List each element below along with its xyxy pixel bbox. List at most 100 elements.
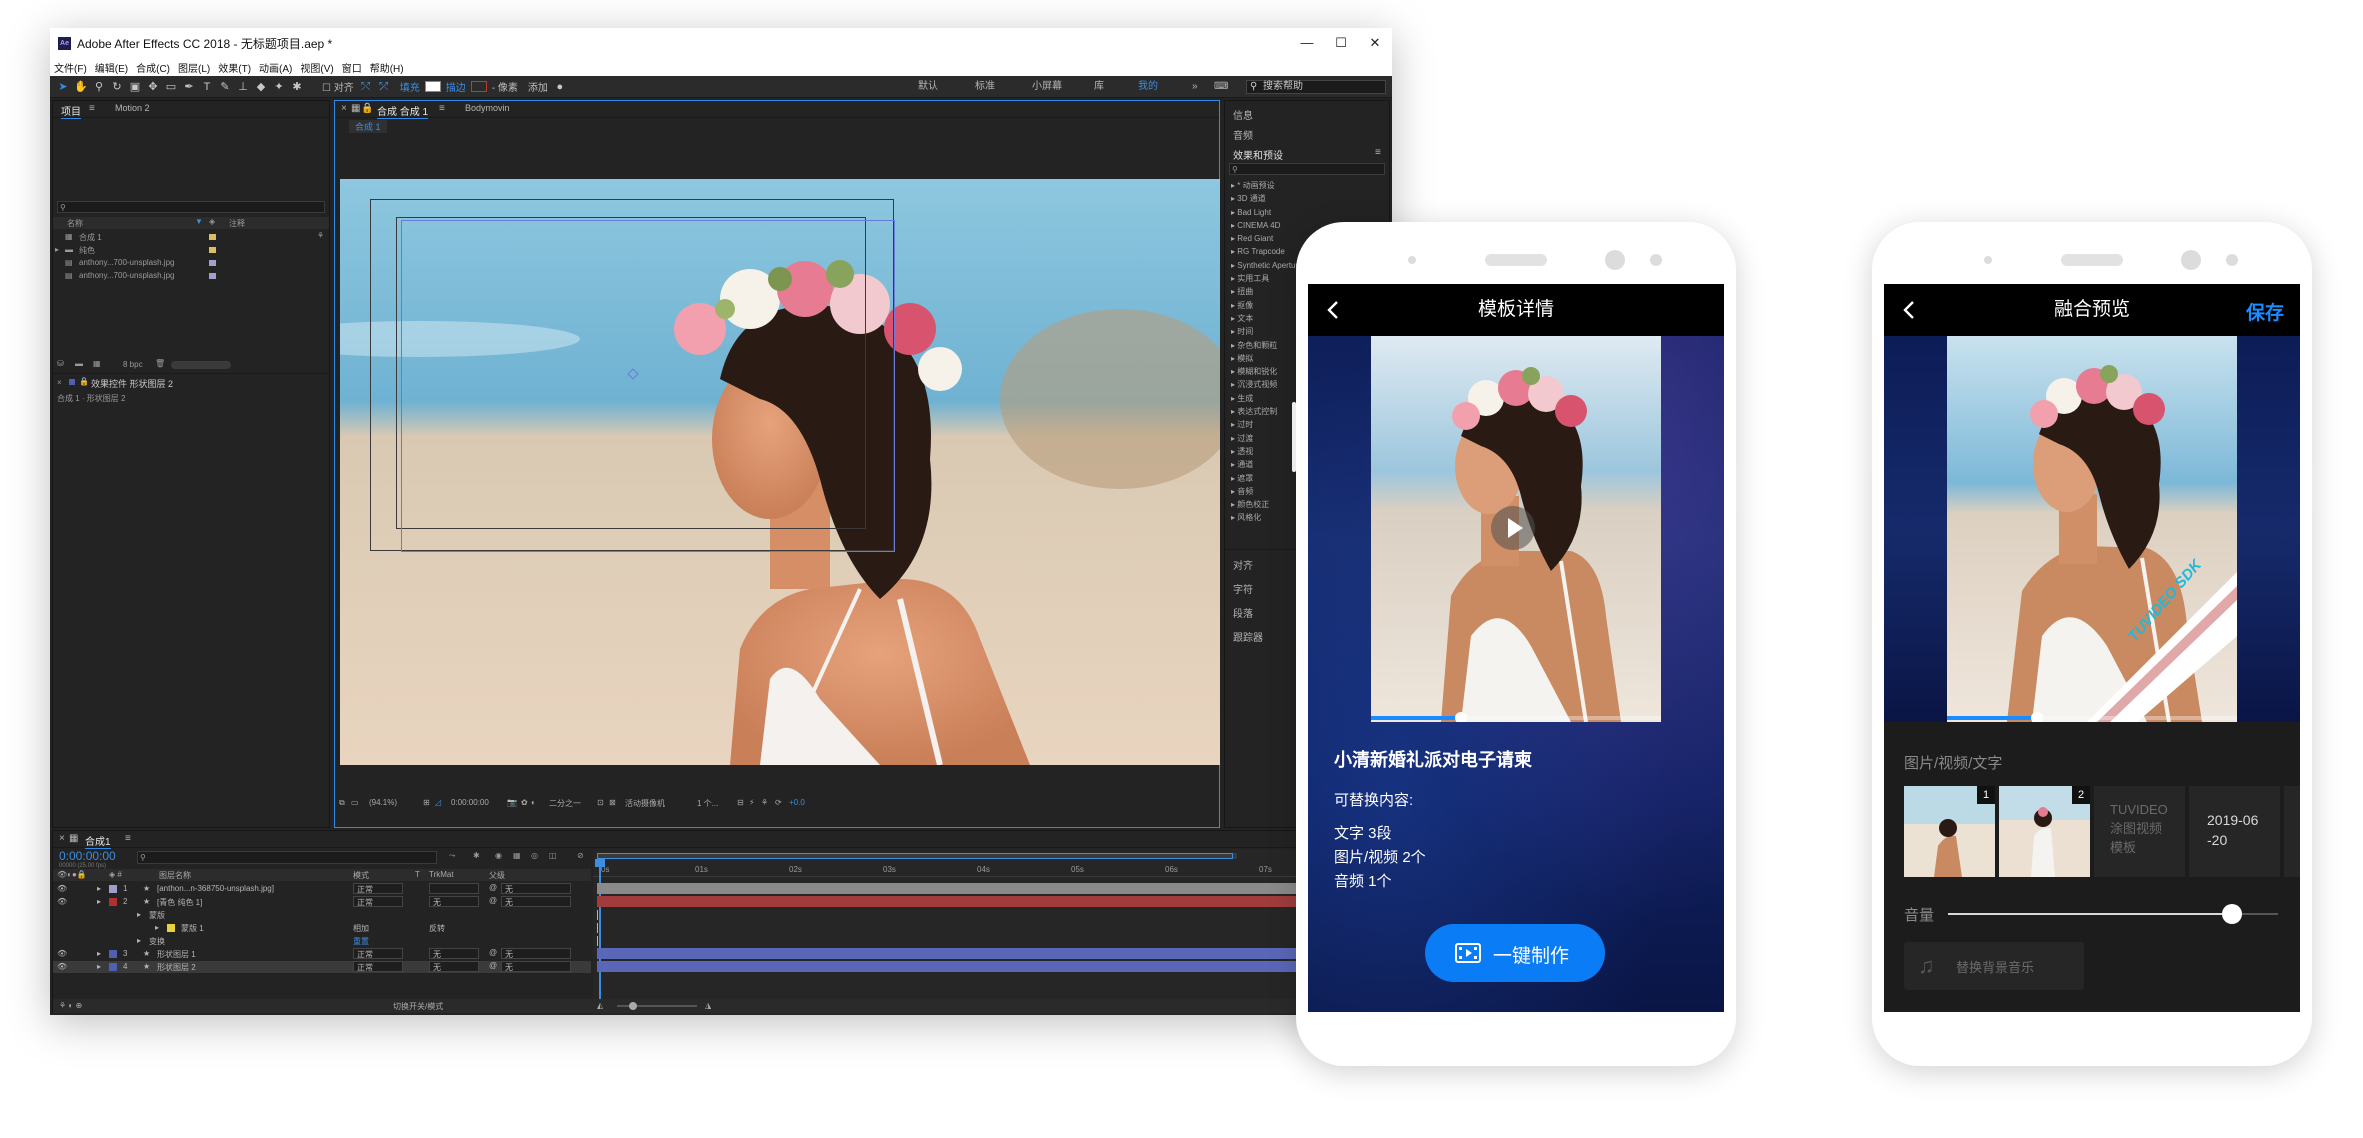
footer-icons[interactable]: ⚘ ◐ ⊕ xyxy=(59,1001,82,1010)
next-card-peek[interactable] xyxy=(2284,786,2300,877)
layer-name[interactable]: 形状图层 1 xyxy=(157,949,196,960)
lock-icon[interactable]: 🔒 xyxy=(79,377,89,386)
eraser-tool-icon[interactable]: ◆ xyxy=(254,80,268,94)
expand-arrow-icon[interactable]: ▸ xyxy=(137,936,141,945)
list-item[interactable]: ▤ anthony...700-unsplash.jpg xyxy=(53,257,329,269)
fast-previews-icon[interactable]: ⚡ xyxy=(749,798,755,807)
label-column-icon[interactable]: ◈ xyxy=(209,217,215,226)
column-t[interactable]: T xyxy=(415,870,420,879)
list-item[interactable]: ▸ Bad Light xyxy=(1231,206,1387,219)
interpret-footage-icon[interactable]: ⛁ xyxy=(57,359,64,368)
align-checkbox-label[interactable]: ☐ 对齐 xyxy=(322,79,354,94)
workspace-default[interactable]: 默认 xyxy=(918,76,938,98)
text-card-1[interactable]: TUVIDEO 涂图视频 模板 xyxy=(2094,786,2185,877)
selection-tool-icon[interactable]: ➤ xyxy=(56,80,70,94)
text-card-2[interactable]: 2019-06 -20 xyxy=(2189,786,2280,877)
expand-arrow-icon[interactable]: ▸ xyxy=(97,949,101,958)
panel-align[interactable]: 对齐 xyxy=(1233,557,1253,572)
minimize-icon[interactable]: — xyxy=(1290,28,1324,58)
hand-tool-icon[interactable]: ✋ xyxy=(74,80,88,94)
column-comment[interactable]: 注释 xyxy=(229,218,245,229)
graph-editor-icon[interactable]: ◫ xyxy=(549,851,557,860)
property-name[interactable]: 变换 xyxy=(149,936,165,947)
zoom-tool-icon[interactable]: ⚲ xyxy=(92,80,106,94)
menu-layer[interactable]: 图层(L) xyxy=(178,60,210,75)
panel-menu-icon[interactable]: ≡ xyxy=(439,103,445,114)
search-help-input[interactable]: ⚲ 搜索帮助 xyxy=(1246,80,1386,94)
tab-motion2[interactable]: Motion 2 xyxy=(115,103,150,113)
menu-edit[interactable]: 编辑(E) xyxy=(95,60,128,75)
views-dropdown[interactable]: 1 个... xyxy=(697,798,718,809)
trkmat-dropdown[interactable]: 无 xyxy=(429,896,479,907)
parent-dropdown[interactable]: 无 xyxy=(501,883,571,894)
expand-arrow-icon[interactable]: ▸ xyxy=(97,962,101,971)
snap-expand-icon[interactable]: ⤱ xyxy=(377,80,391,94)
motion-blur-icon[interactable]: ◎ xyxy=(531,851,538,860)
expand-arrow-icon[interactable]: ▸ xyxy=(97,897,101,906)
close-icon[interactable]: × xyxy=(341,103,347,114)
zoom-slider-thumb[interactable] xyxy=(629,1002,637,1010)
workspace-library[interactable]: 库 xyxy=(1094,76,1104,98)
exposure-value[interactable]: +0.0 xyxy=(789,798,805,807)
template-preview-video[interactable] xyxy=(1371,336,1661,722)
fusion-preview-video[interactable]: TUVIDEO SDK xyxy=(1947,336,2237,722)
label-swatch[interactable] xyxy=(109,885,117,893)
composition-mini-flowchart-icon[interactable]: ⤳ xyxy=(449,851,455,861)
stroke-width-label[interactable]: - 像素 xyxy=(492,79,518,94)
expand-arrow-icon[interactable]: ▸ xyxy=(55,245,59,254)
eye-icon[interactable]: 👁 xyxy=(57,962,67,971)
video-progress-thumb[interactable] xyxy=(1454,712,1467,722)
play-button[interactable] xyxy=(1491,506,1535,550)
list-item[interactable]: ▤ anthony...700-unsplash.jpg xyxy=(53,270,329,282)
layer-name[interactable]: [青色 纯色 1] xyxy=(157,897,202,908)
panel-paragraph[interactable]: 段落 xyxy=(1233,605,1253,620)
camera-tool-icon[interactable]: ▣ xyxy=(128,80,142,94)
layer-search-input[interactable]: ⚲ xyxy=(137,851,437,864)
mode-dropdown[interactable]: 正常 xyxy=(353,896,403,907)
rectangle-tool-icon[interactable]: ▭ xyxy=(164,80,178,94)
media-thumb-1[interactable]: 1 xyxy=(1904,786,1995,877)
puppet-tool-icon[interactable]: ✱ xyxy=(290,80,304,94)
eye-icon[interactable]: 👁 xyxy=(57,897,67,906)
list-item[interactable]: ▸ ▬ 纯色 xyxy=(53,244,329,256)
column-name[interactable]: 名称 xyxy=(67,218,83,229)
parent-dropdown[interactable]: 无 xyxy=(501,896,571,907)
stroke-color-swatch[interactable] xyxy=(470,81,487,92)
thumbnail-slider[interactable] xyxy=(171,361,231,369)
zoom-out-icon[interactable]: ◭ xyxy=(597,1001,603,1010)
project-search-input[interactable]: ⚲ xyxy=(57,201,325,213)
eye-icon[interactable]: 👁 xyxy=(57,884,67,893)
effects-search-input[interactable]: ⚲ xyxy=(1229,163,1385,175)
region-of-interest-icon[interactable]: ⊡ xyxy=(597,798,604,807)
mode-dropdown[interactable]: 正常 xyxy=(353,961,403,972)
trkmat-dropdown[interactable] xyxy=(429,883,479,894)
pickwhip-icon[interactable]: @ xyxy=(489,961,497,970)
menu-window[interactable]: 窗口 xyxy=(342,60,362,75)
panel-audio[interactable]: 音频 xyxy=(1233,127,1253,142)
media-thumb-2[interactable]: 2 xyxy=(1999,786,2090,877)
lock-icon[interactable]: 🔒 xyxy=(361,103,373,114)
label-swatch[interactable] xyxy=(109,963,117,971)
transparency-grid-icon[interactable]: ⊠ xyxy=(609,798,616,807)
shy-icon[interactable]: ◉ xyxy=(495,851,502,860)
fill-color-swatch[interactable] xyxy=(424,81,441,92)
property-value[interactable]: 相加 xyxy=(353,923,369,934)
property-name[interactable]: 蒙版 1 xyxy=(181,923,204,934)
menu-view[interactable]: 视图(V) xyxy=(300,60,333,75)
close-icon[interactable]: ✕ xyxy=(1358,28,1392,58)
eye-icon[interactable]: 👁 xyxy=(57,949,67,958)
snapshot-icon[interactable]: ⧉ xyxy=(339,798,345,808)
new-folder-icon[interactable]: ▬ xyxy=(75,359,83,368)
work-area-range[interactable] xyxy=(597,853,1233,859)
effects-presets-title[interactable]: 效果和预设 xyxy=(1233,147,1283,162)
pen-tool-icon[interactable]: ✒ xyxy=(182,80,196,94)
table-row[interactable]: 👁 ▸ 1 ★ [anthon...n-368750-unsplash.jpg] 正常 @ 无 xyxy=(53,883,591,895)
mode-dropdown[interactable]: 正常 xyxy=(353,883,403,894)
draft-3d-icon[interactable]: ✱ xyxy=(473,851,480,860)
color-channel-icon[interactable]: ✿ xyxy=(521,798,528,807)
label-swatch[interactable] xyxy=(109,950,117,958)
time-ruler[interactable]: 0s 01s 02s 03s 04s 05s 06s 07s xyxy=(593,863,1389,877)
column-layer-name[interactable]: 图层名称 xyxy=(159,870,191,881)
menu-composition[interactable]: 合成(C) xyxy=(136,60,170,75)
menu-effect[interactable]: 效果(T) xyxy=(218,60,251,75)
